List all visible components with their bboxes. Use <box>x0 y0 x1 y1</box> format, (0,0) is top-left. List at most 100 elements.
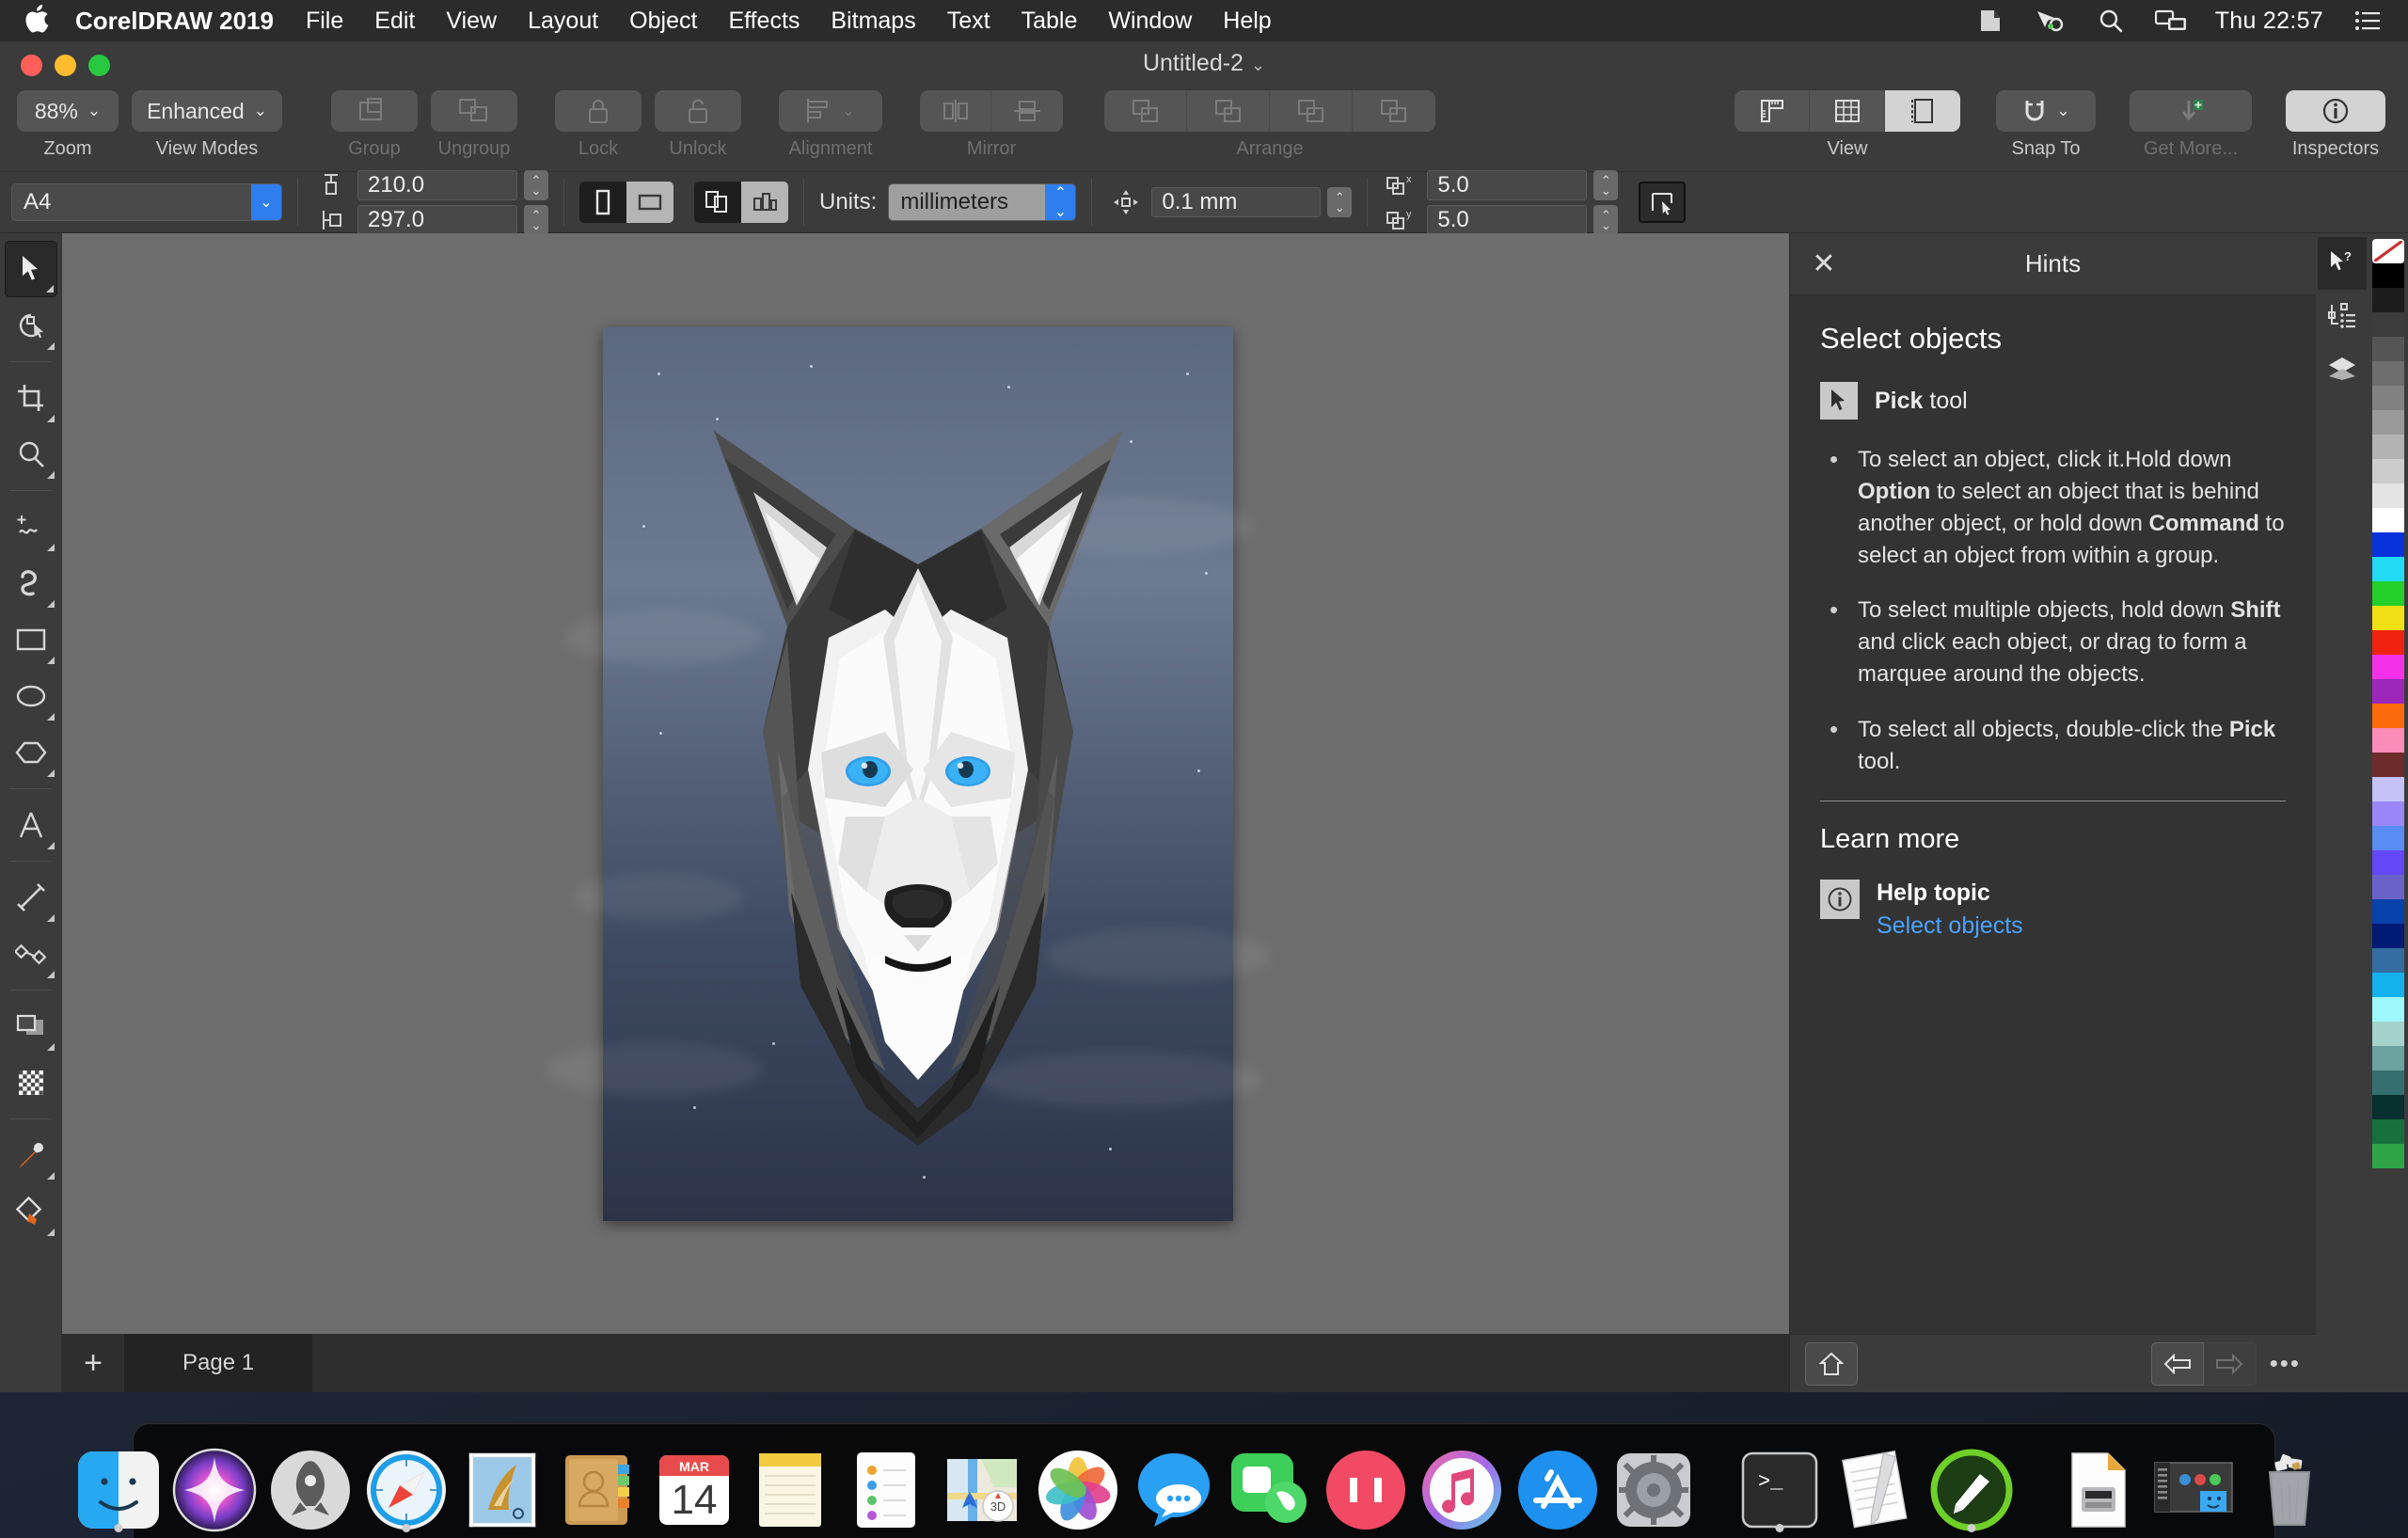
menu-layout[interactable]: Layout <box>528 8 598 35</box>
palette-swatch[interactable] <box>2372 924 2404 948</box>
edit-bleed-button[interactable] <box>1639 182 1686 223</box>
dock-item-disk-document[interactable] <box>2055 1431 2140 1532</box>
dock-item-textedit[interactable] <box>1833 1431 1918 1532</box>
menu-app-name[interactable]: CorelDRAW 2019 <box>75 7 274 36</box>
palette-swatch[interactable] <box>2372 557 2404 581</box>
menu-clock[interactable]: Thu 22:57 <box>2215 8 2323 35</box>
dock-item-trash[interactable] <box>2247 1431 2332 1532</box>
page-width-stepper[interactable]: ⌃⌄ <box>524 170 548 200</box>
flyout-indicator-icon[interactable] <box>47 842 55 849</box>
flyout-indicator-icon[interactable] <box>47 713 55 721</box>
airplay-icon[interactable] <box>1974 8 2006 34</box>
flyout-indicator-icon[interactable] <box>47 1229 55 1236</box>
page-border-button[interactable] <box>1885 90 1960 132</box>
home-icon[interactable] <box>1805 1342 1858 1386</box>
apply-all-pages-button[interactable] <box>694 182 741 223</box>
page-width-input[interactable]: 210.0 <box>357 170 517 200</box>
chevron-down-icon[interactable]: ⌄ <box>251 184 281 220</box>
palette-swatch[interactable] <box>2372 850 2404 875</box>
dock-item-terminal[interactable]: >_ <box>1737 1431 1822 1532</box>
palette-swatch[interactable] <box>2372 459 2404 484</box>
text-tool[interactable] <box>5 797 57 853</box>
dock-item-maps[interactable]: 3D <box>940 1431 1024 1532</box>
dock-item-launchpad[interactable] <box>268 1431 353 1532</box>
dock-item-safari[interactable] <box>364 1431 449 1532</box>
bleed-x-input[interactable]: 5.0 <box>1427 170 1587 200</box>
screen-mirror-icon[interactable] <box>2155 8 2187 34</box>
document-page[interactable] <box>603 327 1233 1221</box>
palette-swatch[interactable] <box>2372 801 2404 826</box>
page-height-input[interactable]: 297.0 <box>357 205 517 235</box>
rulers-button[interactable] <box>1735 90 1810 132</box>
units-stepper-icon[interactable]: ⌃⌄ <box>1045 184 1075 220</box>
flyout-indicator-icon[interactable] <box>47 544 55 551</box>
palette-swatch[interactable] <box>2372 484 2404 508</box>
dock-item-app-store[interactable] <box>1515 1431 1600 1532</box>
palette-swatch[interactable] <box>2372 728 2404 753</box>
palette-swatch[interactable] <box>2372 1144 2404 1168</box>
grid-button[interactable] <box>1810 90 1885 132</box>
palette-swatch[interactable] <box>2372 997 2404 1022</box>
flyout-indicator-icon[interactable] <box>47 769 55 777</box>
apple-menu-icon[interactable] <box>24 5 49 38</box>
palette-swatch[interactable] <box>2372 1070 2404 1095</box>
palette-swatch[interactable] <box>2372 435 2404 459</box>
dock-item-news[interactable] <box>1323 1431 1408 1532</box>
layers-inspector-button[interactable] <box>2318 342 2367 395</box>
title-chevron-down-icon[interactable]: ⌄ <box>1251 55 1265 74</box>
back-arrow-icon[interactable] <box>2151 1342 2204 1386</box>
palette-swatch[interactable] <box>2372 630 2404 655</box>
palette-swatch[interactable] <box>2372 753 2404 777</box>
bleed-y-input[interactable]: 5.0 <box>1427 205 1587 235</box>
dock-item-facetime[interactable] <box>1228 1431 1312 1532</box>
palette-swatch[interactable] <box>2372 973 2404 997</box>
menu-effects[interactable]: Effects <box>728 8 800 35</box>
pick-tool[interactable] <box>5 241 57 297</box>
palette-swatch[interactable] <box>2372 606 2404 630</box>
flyout-indicator-icon[interactable] <box>46 285 54 293</box>
page-height-stepper[interactable]: ⌃⌄ <box>524 205 548 235</box>
dock-item-contacts[interactable] <box>556 1431 641 1532</box>
palette-swatch[interactable] <box>2372 508 2404 532</box>
page-tab-page-1[interactable]: Page 1 <box>124 1334 312 1392</box>
connector-tool[interactable] <box>5 926 57 982</box>
palette-swatch[interactable] <box>2372 263 2404 288</box>
palette-swatch[interactable] <box>2372 704 2404 728</box>
dock-item-mail[interactable] <box>460 1431 545 1532</box>
palette-swatch[interactable] <box>2372 581 2404 606</box>
palette-swatch[interactable] <box>2372 1095 2404 1119</box>
palette-swatch[interactable] <box>2372 655 2404 679</box>
palette-swatch[interactable] <box>2372 337 2404 361</box>
page-preset-combo[interactable]: A4 ⌄ <box>11 183 282 221</box>
palette-swatch[interactable] <box>2372 777 2404 801</box>
dock-item-messages[interactable] <box>1132 1431 1216 1532</box>
view-modes-dropdown[interactable]: Enhanced ⌄ <box>132 90 282 132</box>
zoom-level-dropdown[interactable]: 88% ⌄ <box>17 90 119 132</box>
palette-swatch[interactable] <box>2372 361 2404 386</box>
color-eyedropper-tool[interactable] <box>5 1127 57 1183</box>
units-combo[interactable]: millimeters ⌃⌄ <box>888 183 1076 221</box>
palette-swatch[interactable] <box>2372 948 2404 973</box>
hints-inspector-button[interactable]: ? <box>2318 237 2367 290</box>
menu-help[interactable]: Help <box>1223 8 1271 35</box>
menu-view[interactable]: View <box>446 8 497 35</box>
palette-swatch[interactable] <box>2372 1046 2404 1070</box>
menu-window[interactable]: Window <box>1108 8 1192 35</box>
palette-swatch[interactable] <box>2372 532 2404 557</box>
palette-swatch[interactable] <box>2372 288 2404 312</box>
drawing-canvas[interactable]: + Page 1 <box>62 233 1789 1392</box>
shape-edit-tool[interactable] <box>5 297 57 354</box>
flyout-indicator-icon[interactable] <box>47 914 55 922</box>
flyout-indicator-icon[interactable] <box>47 971 55 978</box>
flyout-indicator-icon[interactable] <box>47 600 55 608</box>
menu-text[interactable]: Text <box>947 8 990 35</box>
swatch-no-color[interactable] <box>2372 239 2404 263</box>
ellipse-tool[interactable] <box>5 668 57 724</box>
flyout-indicator-icon[interactable] <box>47 415 55 422</box>
palette-swatch[interactable] <box>2372 386 2404 410</box>
apply-current-page-button[interactable] <box>741 182 788 223</box>
control-center-icon[interactable] <box>2352 8 2384 34</box>
freehand-tool[interactable] <box>5 499 57 555</box>
dock-item-finder[interactable] <box>76 1431 161 1532</box>
palette-swatch[interactable] <box>2372 1022 2404 1046</box>
